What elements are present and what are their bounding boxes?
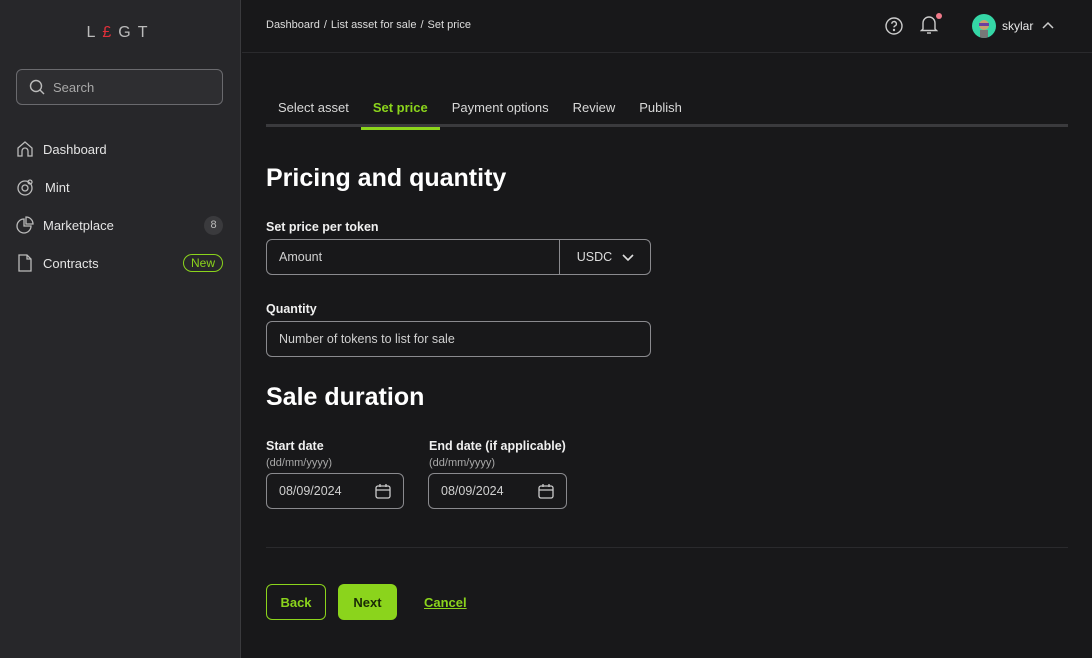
breadcrumb-separator: / xyxy=(323,19,327,31)
sidebar-item-label: Marketplace xyxy=(43,217,114,233)
notification-dot xyxy=(936,13,942,19)
price-label: Set price per token xyxy=(266,220,379,234)
start-date-value: 08/09/2024 xyxy=(279,484,342,498)
avatar[interactable] xyxy=(972,14,996,38)
next-button[interactable]: Next xyxy=(338,584,397,620)
calendar-icon[interactable] xyxy=(375,483,391,499)
end-date-format: (dd/mm/yyyy) xyxy=(429,457,495,469)
sidebar: L£GT Search Dashboard Mint Marketplace 8… xyxy=(0,0,241,658)
divider xyxy=(266,547,1068,548)
tab-review[interactable]: Review xyxy=(561,100,628,127)
price-input[interactable]: Amount USDC xyxy=(266,239,651,275)
breadcrumb-current: Set price xyxy=(427,19,471,31)
duration-title: Sale duration xyxy=(266,383,425,411)
logo[interactable]: L£GT xyxy=(0,24,241,42)
end-date-value: 08/09/2024 xyxy=(441,484,504,498)
end-date-label: End date (if applicable) xyxy=(429,439,566,453)
header: Dashboard / List asset for sale / Set price … xyxy=(242,0,1092,53)
sidebar-item-label: Dashboard xyxy=(43,141,107,157)
currency-value: USDC xyxy=(576,250,613,264)
quantity-placeholder: Number of tokens to list for sale xyxy=(279,332,455,346)
count-badge: 8 xyxy=(204,215,223,235)
file-icon xyxy=(18,254,32,272)
logo-pound: £ xyxy=(102,24,119,41)
quantity-label: Quantity xyxy=(266,302,317,316)
search-icon xyxy=(29,79,45,95)
search-placeholder: Search xyxy=(53,79,95,95)
sidebar-item-marketplace[interactable]: Marketplace 8 xyxy=(16,206,223,244)
start-date-label: Start date xyxy=(266,439,324,453)
home-icon xyxy=(17,141,33,157)
step-tabs: Select asset Set price Payment options R… xyxy=(266,100,1068,130)
mint-icon xyxy=(17,179,33,196)
pie-chart-icon xyxy=(16,216,34,234)
pricing-title: Pricing and quantity xyxy=(266,164,507,192)
tab-publish[interactable]: Publish xyxy=(627,100,694,127)
back-button[interactable]: Back xyxy=(266,584,326,620)
search-input[interactable]: Search xyxy=(16,69,223,105)
sidebar-item-label: Mint xyxy=(45,179,70,195)
chevron-up-icon[interactable] xyxy=(1042,20,1054,32)
bell-icon[interactable] xyxy=(920,15,938,35)
user-name[interactable]: skylar xyxy=(1002,19,1033,33)
breadcrumb-list-asset[interactable]: List asset for sale xyxy=(331,19,417,31)
breadcrumb: Dashboard / List asset for sale / Set price xyxy=(266,19,475,31)
cancel-link[interactable]: Cancel xyxy=(424,584,467,620)
new-badge: New xyxy=(182,254,223,272)
sidebar-item-dashboard[interactable]: Dashboard xyxy=(16,130,223,168)
logo-letter: L xyxy=(86,24,103,41)
avatar-ape-icon xyxy=(979,20,989,38)
chevron-down-icon xyxy=(622,254,634,262)
logo-rest: GT xyxy=(118,24,155,41)
tab-set-price[interactable]: Set price xyxy=(360,100,440,130)
quantity-input[interactable]: Number of tokens to list for sale xyxy=(266,321,651,357)
price-placeholder: Amount xyxy=(279,250,323,264)
help-icon[interactable] xyxy=(884,16,904,36)
calendar-icon[interactable] xyxy=(538,483,554,499)
tab-payment-options[interactable]: Payment options xyxy=(440,100,561,127)
end-date-input[interactable]: 08/09/2024 xyxy=(428,473,567,509)
start-date-input[interactable]: 08/09/2024 xyxy=(266,473,404,509)
sidebar-nav: Dashboard Mint Marketplace 8 Contracts N… xyxy=(16,130,223,282)
sidebar-item-label: Contracts xyxy=(43,255,99,271)
sidebar-item-mint[interactable]: Mint xyxy=(16,168,223,206)
breadcrumb-separator: / xyxy=(420,19,424,31)
sidebar-item-contracts[interactable]: Contracts New xyxy=(16,244,223,282)
breadcrumb-dashboard[interactable]: Dashboard xyxy=(266,19,320,31)
tab-select-asset[interactable]: Select asset xyxy=(266,100,361,127)
currency-select[interactable]: USDC xyxy=(559,240,651,274)
start-date-format: (dd/mm/yyyy) xyxy=(266,457,332,469)
